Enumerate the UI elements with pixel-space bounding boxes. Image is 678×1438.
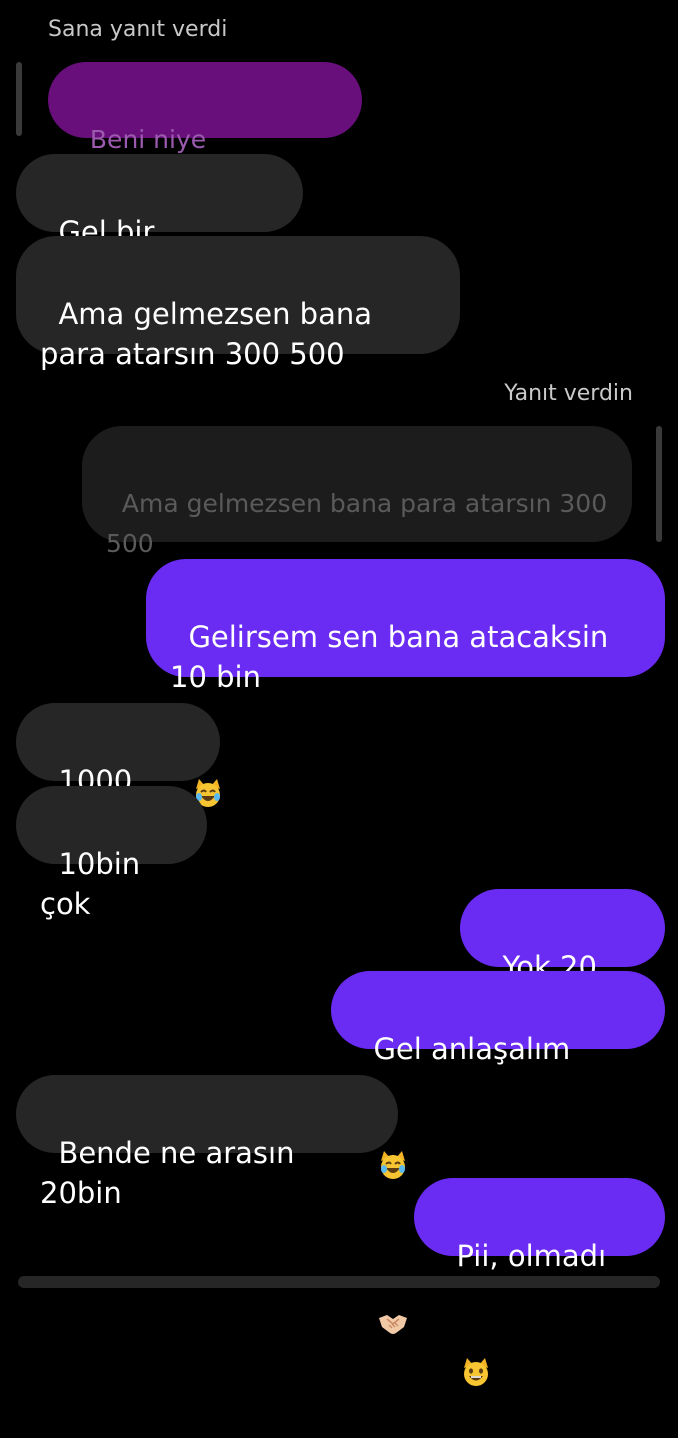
quoted-message-incoming[interactable]: Beni niye çağırmadin xyxy=(48,62,362,194)
message-incoming[interactable]: Bende ne arasın 20bin xyxy=(16,1075,398,1210)
quoted-message-text: Ama gelmezsen bana para atarsın 300 500 xyxy=(106,489,616,558)
message-text: Ama gelmezsen bana para atarsın 300 500 xyxy=(40,297,382,371)
reply-caption-outgoing: Yanıt verdin xyxy=(504,381,633,406)
message-outgoing[interactable]: Yok 20 bin xyxy=(460,889,665,1024)
reply-indicator-bar xyxy=(656,426,662,542)
message-outgoing[interactable]: Gelirsem sen bana atacaksin 10 bin xyxy=(146,559,665,807)
message-text: Gelirsem sen bana atacaksin 10 bin xyxy=(170,620,618,694)
composer-edge xyxy=(18,1276,660,1288)
message-incoming[interactable]: Ama gelmezsen bana para atarsın 300 500 xyxy=(16,236,460,371)
message-incoming[interactable]: Gel bir dahakine xyxy=(16,154,303,289)
message-outgoing[interactable]: Pii, olmadı xyxy=(414,1178,665,1386)
reply-indicator-bar xyxy=(16,62,22,136)
message-text: Pii, olmadı xyxy=(456,1239,607,1273)
message-text: Gel anlaşalım xyxy=(373,1032,571,1066)
message-incoming[interactable]: 1000 iyidir xyxy=(16,703,220,838)
message-outgoing[interactable]: Gel anlaşalım xyxy=(331,971,665,1334)
message-text: 10bin çok xyxy=(40,847,150,921)
reply-caption-incoming: Sana yanıt verdi xyxy=(48,17,228,42)
message-incoming[interactable]: 10bin çok xyxy=(16,786,207,921)
quoted-message-outgoing[interactable]: Ama gelmezsen bana para atarsın 300 500 xyxy=(82,426,632,558)
message-text: Bende ne arasın 20bin xyxy=(40,1136,304,1210)
handshake-emoji-icon xyxy=(377,1226,409,1334)
